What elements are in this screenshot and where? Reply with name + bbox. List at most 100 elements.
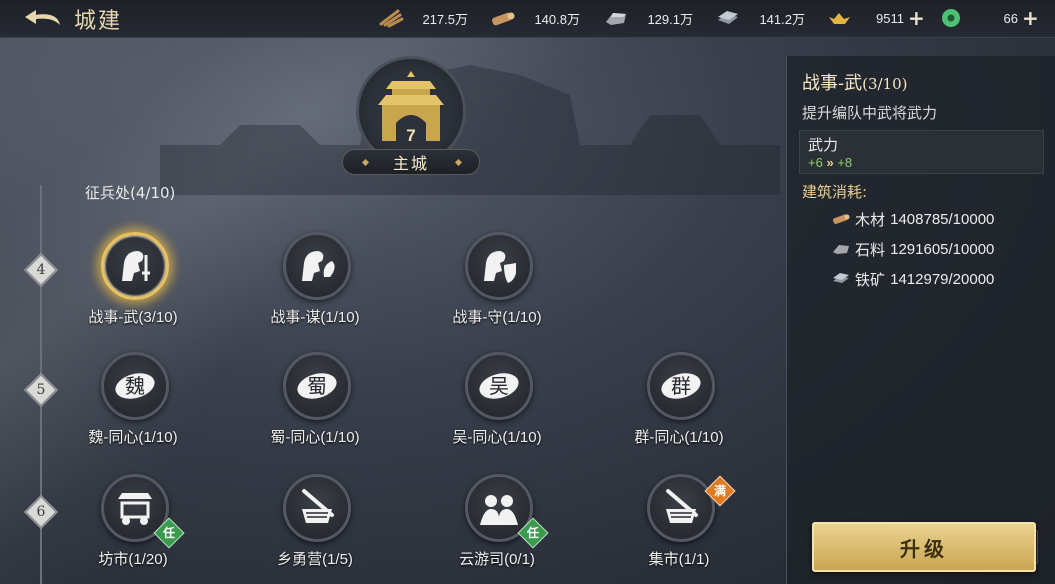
building-label: 乡勇营(1/5) (277, 551, 353, 568)
panel-description: 提升编队中武将武力 (802, 104, 938, 122)
building-emblem: 魏 (101, 352, 169, 420)
stat-from: +6 (808, 155, 823, 170)
svg-text:蜀: 蜀 (307, 374, 327, 398)
upgrade-button[interactable]: 升级 (812, 522, 1036, 572)
cost-row-wood: 木材 1408785/10000 (831, 208, 994, 230)
building-emblem (283, 474, 351, 542)
cost-value: 1408785/10000 (890, 210, 995, 228)
stat-change: +6 » +8 (808, 155, 852, 170)
warrior-sword-icon (122, 251, 150, 281)
strategist-fan-icon (302, 251, 335, 281)
building-detail-panel: 战事-武(3/10) 提升编队中武将武力 武力 +6 » +8 建筑消耗: 木材… (786, 56, 1055, 584)
top-bar: 城建 217.5万 140.8万 129.1万 141.2万 9511 + 66… (0, 0, 1055, 38)
stone-icon (833, 245, 849, 254)
resource-gold: 9511 + (826, 6, 925, 30)
militia-camp-icon (302, 489, 334, 523)
building-wu-unity[interactable]: 吴 吴-同心(1/10) (427, 352, 567, 452)
building-emblem: 群 (647, 352, 715, 420)
double-chevron-icon: » (826, 155, 834, 170)
building-emblem (465, 232, 533, 300)
guardian-shield-icon (484, 251, 516, 283)
resource-value: 129.1万 (647, 11, 693, 27)
building-label: 群-同心(1/10) (634, 429, 724, 446)
resource-stone: 129.1万 (603, 6, 693, 30)
cost-name: 木材 (855, 211, 886, 229)
cost-name: 铁矿 (855, 271, 886, 289)
building-label: 云游司(0/1) (459, 551, 535, 568)
panel-title-name: 战事-武 (802, 73, 863, 94)
tier-number: 5 (36, 382, 46, 398)
building-label: 吴-同心(1/10) (452, 429, 542, 446)
tier-number: 6 (36, 504, 46, 520)
panel-title-count: (3/10) (862, 75, 908, 93)
building-label: 战事-守(1/10) (452, 309, 542, 326)
resource-value: 141.2万 (759, 11, 805, 27)
cost-name: 石料 (855, 241, 886, 259)
resource-value: 140.8万 (534, 11, 580, 27)
tier-number: 4 (36, 262, 46, 278)
svg-text:吴: 吴 (489, 374, 509, 398)
wood-icon (379, 9, 404, 28)
svg-text:群: 群 (671, 374, 691, 398)
resource-value: 66 (1003, 10, 1018, 26)
wood-icon (833, 214, 850, 224)
building-emblem: 吴 (465, 352, 533, 420)
wei-emblem-icon: 魏 (115, 373, 155, 399)
resource-iron: 141.2万 (715, 6, 805, 30)
wu-emblem-icon: 吴 (479, 373, 519, 399)
building-travelers-office[interactable]: 任 云游司(0/1) (427, 474, 567, 574)
cost-value: 1412979/20000 (890, 270, 995, 288)
task-badge-text: 任 (526, 526, 539, 540)
section-label: 征兵处(4/10) (85, 184, 176, 202)
bazaar-icon (666, 489, 698, 523)
building-bazaar[interactable]: 满 集市(1/1) (609, 474, 749, 574)
building-market[interactable]: 任 坊市(1/20) (63, 474, 203, 574)
resource-value: 9511 (876, 10, 904, 26)
gold-ingot-icon (829, 13, 850, 24)
building-label: 坊市(1/20) (98, 551, 168, 568)
max-level-badge-text: 满 (713, 484, 726, 498)
building-war-defense[interactable]: 战事-守(1/10) (427, 232, 567, 332)
building-label: 集市(1/1) (648, 551, 710, 568)
building-label: 战事-谋(1/10) (270, 309, 360, 326)
resource-lumber: 140.8万 (490, 6, 580, 30)
building-war-martial[interactable]: 战事-武(3/10) (63, 232, 203, 332)
add-gold-button[interactable]: + (908, 8, 925, 28)
cost-row-stone: 石料 1291605/10000 (831, 238, 994, 260)
plate-dot (361, 158, 370, 167)
panel-title: 战事-武(3/10) (802, 69, 907, 95)
jade-coin-icon (942, 9, 960, 27)
shu-emblem-icon: 蜀 (297, 373, 337, 399)
qun-emblem-icon: 群 (661, 373, 701, 399)
building-wei-unity[interactable]: 魏 魏-同心(1/10) (63, 352, 203, 452)
building-emblem (647, 474, 715, 542)
stat-box: 武力 +6 » +8 (799, 130, 1044, 174)
building-shu-unity[interactable]: 蜀 蜀-同心(1/10) (245, 352, 385, 452)
stat-to: +8 (837, 155, 853, 170)
resource-wood: 217.5万 (378, 6, 468, 30)
main-city-nameplate: 主城 (342, 149, 480, 175)
stat-name: 武力 (808, 136, 839, 154)
building-qun-unity[interactable]: 群 群-同心(1/10) (609, 352, 749, 452)
resource-jade: 66 + (938, 6, 1039, 30)
lumber-icon (492, 12, 515, 26)
add-jade-button[interactable]: + (1022, 8, 1039, 28)
back-arrow-icon[interactable] (22, 7, 64, 31)
building-emblem: 蜀 (283, 352, 351, 420)
resource-value: 217.5万 (422, 11, 468, 27)
stone-icon (606, 13, 626, 25)
building-militia[interactable]: 乡勇营(1/5) (245, 474, 385, 574)
building-label: 战事-武(3/10) (88, 309, 178, 326)
task-badge-text: 任 (162, 526, 175, 540)
main-city-level: 7 (406, 126, 416, 145)
building-label: 蜀-同心(1/10) (270, 429, 360, 446)
market-stall-icon (118, 493, 152, 525)
upgrade-button-label: 升级 (900, 536, 948, 561)
cost-header: 建筑消耗: (802, 183, 868, 201)
plate-dot (454, 158, 463, 167)
main-city-name: 主城 (392, 154, 429, 173)
cost-value: 1291605/10000 (890, 240, 995, 258)
building-label: 魏-同心(1/10) (88, 429, 178, 446)
building-war-strategy[interactable]: 战事-谋(1/10) (245, 232, 385, 332)
main-city[interactable]: 7 主城 (340, 56, 482, 180)
